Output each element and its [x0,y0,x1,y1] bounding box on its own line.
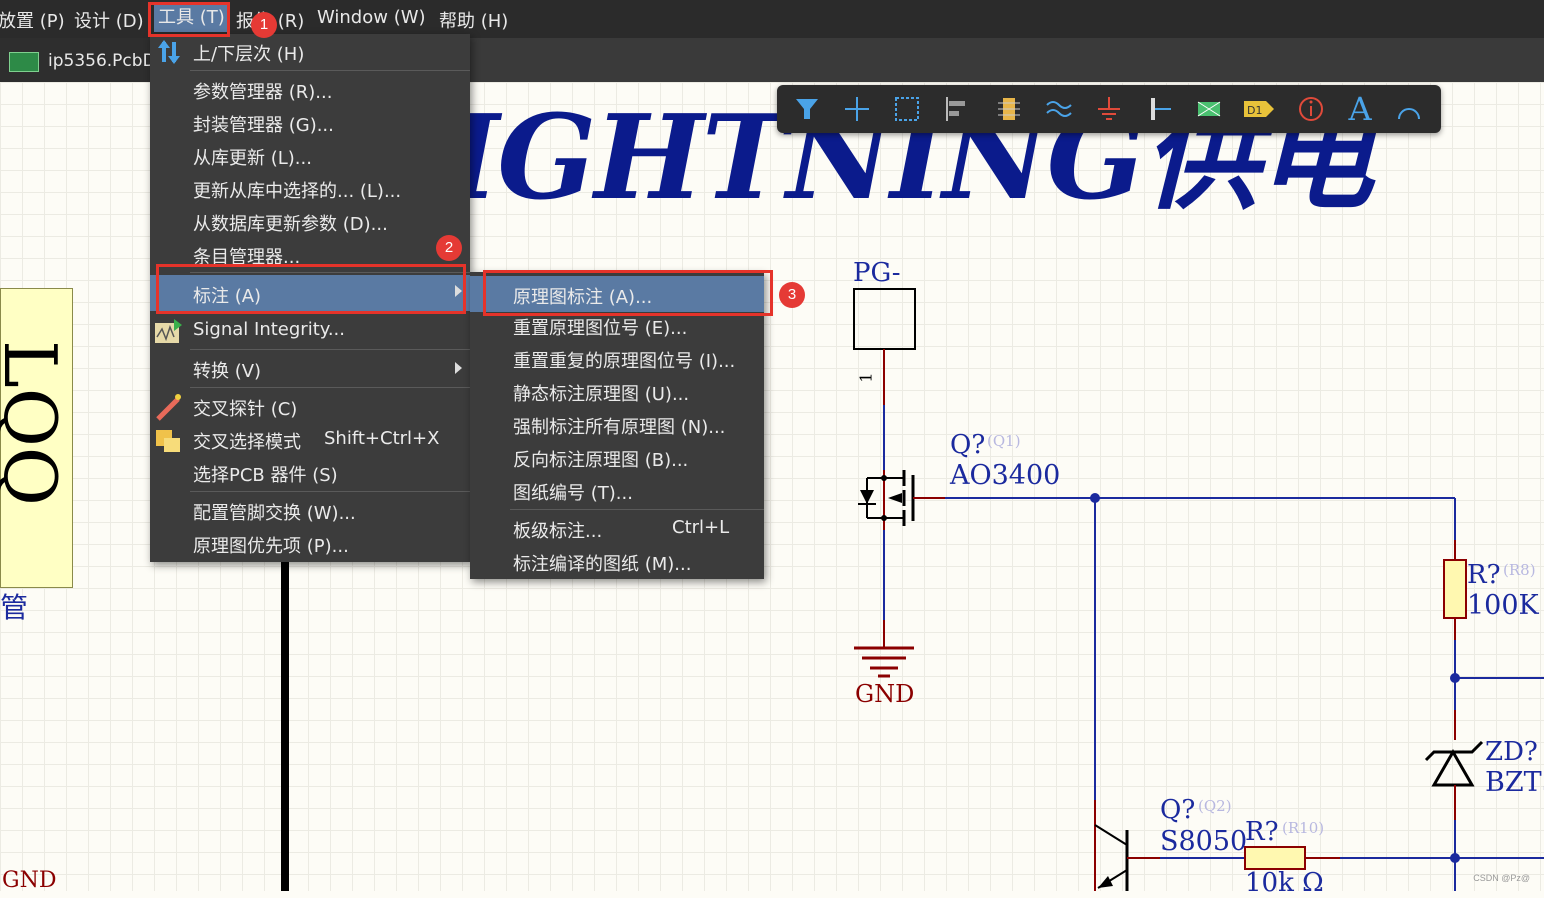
separator [190,70,470,71]
q2-designator: Q? [1160,795,1196,825]
menu-item-label: 交叉选择模式 [193,432,301,453]
menu-item-label: 图纸编号 (T)... [513,483,633,504]
menu-item-cross-select-mode[interactable]: 交叉选择模式 Shift+Ctrl+X [150,423,470,456]
menu-item-update-selected[interactable]: 更新从库中选择的... (L)... [150,172,470,205]
bus-icon[interactable] [1039,91,1079,127]
menu-item-label: 选择PCB 器件 (S) [193,465,338,486]
move-icon[interactable] [837,91,877,127]
menu-item-label: 封装管理器 (G)... [193,115,334,136]
menu-item-back-annotate[interactable]: 反向标注原理图 (B)... [470,441,764,474]
port-icon[interactable]: D1 [1239,91,1279,127]
menu-item-schematic-preferences[interactable]: 原理图优先项 (P)... [150,527,470,560]
menu-item-update-from-library[interactable]: 从库更新 (L)... [150,139,470,172]
step-badge-1: 1 [251,12,277,38]
menu-item-label: 原理图优先项 (P)... [193,536,349,557]
step-badge-3: 3 [779,282,805,308]
pin-number: 1 [856,372,876,383]
annotate-submenu: 原理图标注 (A)... 重置原理图位号 (E)... 重置重复的原理图位号 (… [470,272,764,579]
select-rect-icon[interactable] [887,91,927,127]
menu-item-annotate-compiled-sheets[interactable]: 标注编译的图纸 (M)... [470,545,764,578]
menu-item-reset-duplicate-designators[interactable]: 重置重复的原理图位号 (I)... [470,342,764,375]
separator [190,491,470,492]
menu-item-force-annotate-all[interactable]: 强制标注所有原理图 (N)... [470,408,764,441]
cross-probe-icon [156,394,181,421]
menu-item-convert[interactable]: 转换 (V) [150,352,470,385]
align-icon[interactable] [937,91,977,127]
menu-item-label: 反向标注原理图 (B)... [513,450,689,471]
zener-symbol [1431,748,1475,787]
port-icon-label: D1 [1247,104,1262,117]
menu-item-parameter-manager[interactable]: 参数管理器 (R)... [150,73,470,106]
menu-item-label: 重置重复的原理图位号 (I)... [513,351,736,372]
r10-designator: R? [1245,817,1279,847]
harness-icon[interactable] [1189,91,1229,127]
menu-item-label: 转换 (V) [193,361,262,382]
filter-icon[interactable] [787,91,827,127]
separator [510,509,764,510]
pg-connector-symbol [853,288,916,350]
cross-select-icon [156,430,180,452]
menu-item-board-level-annotate[interactable]: 板级标注... Ctrl+L [470,512,764,545]
menu-item-number-sheets[interactable]: 图纸编号 (T)... [470,474,764,507]
separator [190,349,470,350]
menu-item-label: Signal Integrity... [193,319,345,340]
separator [190,387,470,388]
zd-value: BZT5 [1485,767,1544,798]
watermark: CSDN @Pz@ [1473,873,1530,883]
menu-item-label: 静态标注原理图 (U)... [513,384,690,405]
q1-ref: (Q1) [987,432,1021,450]
menu-item-update-from-database[interactable]: 从数据库更新参数 (D)... [150,205,470,238]
menu-item-label: 从数据库更新参数 (D)... [193,214,388,235]
menu-item-label: 强制标注所有原理图 (N)... [513,417,726,438]
up-down-icon [158,40,180,64]
menu-item-label: 上/下层次 (H) [193,44,305,65]
menu-item-label: 重置原理图位号 (E)... [513,318,688,339]
menu-item-label: 板级标注... [513,521,603,542]
r8-ref: (R8) [1503,561,1536,579]
zd-designator: ZD? [1485,737,1538,767]
r10-value: 10k Ω [1245,868,1324,898]
step-badge-2: 2 [436,235,462,261]
wire-icon[interactable] [1139,91,1179,127]
menu-item-footprint-manager[interactable]: 封装管理器 (G)... [150,106,470,139]
annotation-box-annotate-schematics [483,270,773,316]
ground-icon[interactable] [1089,91,1129,127]
menu-item-select-pcb-components[interactable]: 选择PCB 器件 (S) [150,456,470,489]
menu-item-hierarchy[interactable]: 上/下层次 (H) [150,35,470,68]
menu-item-label: 从库更新 (L)... [193,148,312,169]
annotation-box-annotate [156,264,466,314]
r8-value: 100K Ω [1467,590,1544,621]
menu-item-label: 更新从库中选择的... (L)... [193,181,402,202]
menu-item-static-annotate[interactable]: 静态标注原理图 (U)... [470,375,764,408]
resistor-r10-symbol [1244,846,1306,870]
menu-item-label: 标注编译的图纸 (M)... [513,554,692,575]
menu-item-signal-integrity[interactable]: Signal Integrity... [150,314,470,347]
signal-integrity-icon [155,319,182,343]
menu-item-shortcut: Ctrl+L [672,517,730,538]
info-icon[interactable] [1291,91,1331,127]
active-bar-toolbar: D1 A [777,85,1441,133]
menu-item-configure-pin-swap[interactable]: 配置管脚交换 (W)... [150,494,470,527]
annotation-box-tools [148,2,230,37]
menu-item-shortcut: Shift+Ctrl+X [324,428,440,449]
r10-ref: (R10) [1282,819,1325,837]
menu-item-cross-probe[interactable]: 交叉探针 (C) [150,390,470,423]
resistor-r8-symbol [1443,559,1467,619]
q1-designator: Q? [950,430,986,460]
menu-item-label: 交叉探针 (C) [193,399,298,420]
component-icon[interactable] [989,91,1029,127]
gnd-label: GND [855,680,915,708]
pg-net-label: PG- [853,258,901,288]
q2-value: S8050 [1160,826,1248,857]
menu-item-label: 参数管理器 (R)... [193,82,333,103]
arc-icon[interactable] [1389,91,1429,127]
submenu-arrow-icon [455,362,462,374]
menu-item-label: 配置管脚交换 (W)... [193,503,356,524]
text-icon[interactable]: A [1340,90,1380,128]
q1-value: AO3400 [950,460,1061,491]
r8-designator: R? [1467,560,1501,590]
q2-ref: (Q2) [1198,797,1232,815]
